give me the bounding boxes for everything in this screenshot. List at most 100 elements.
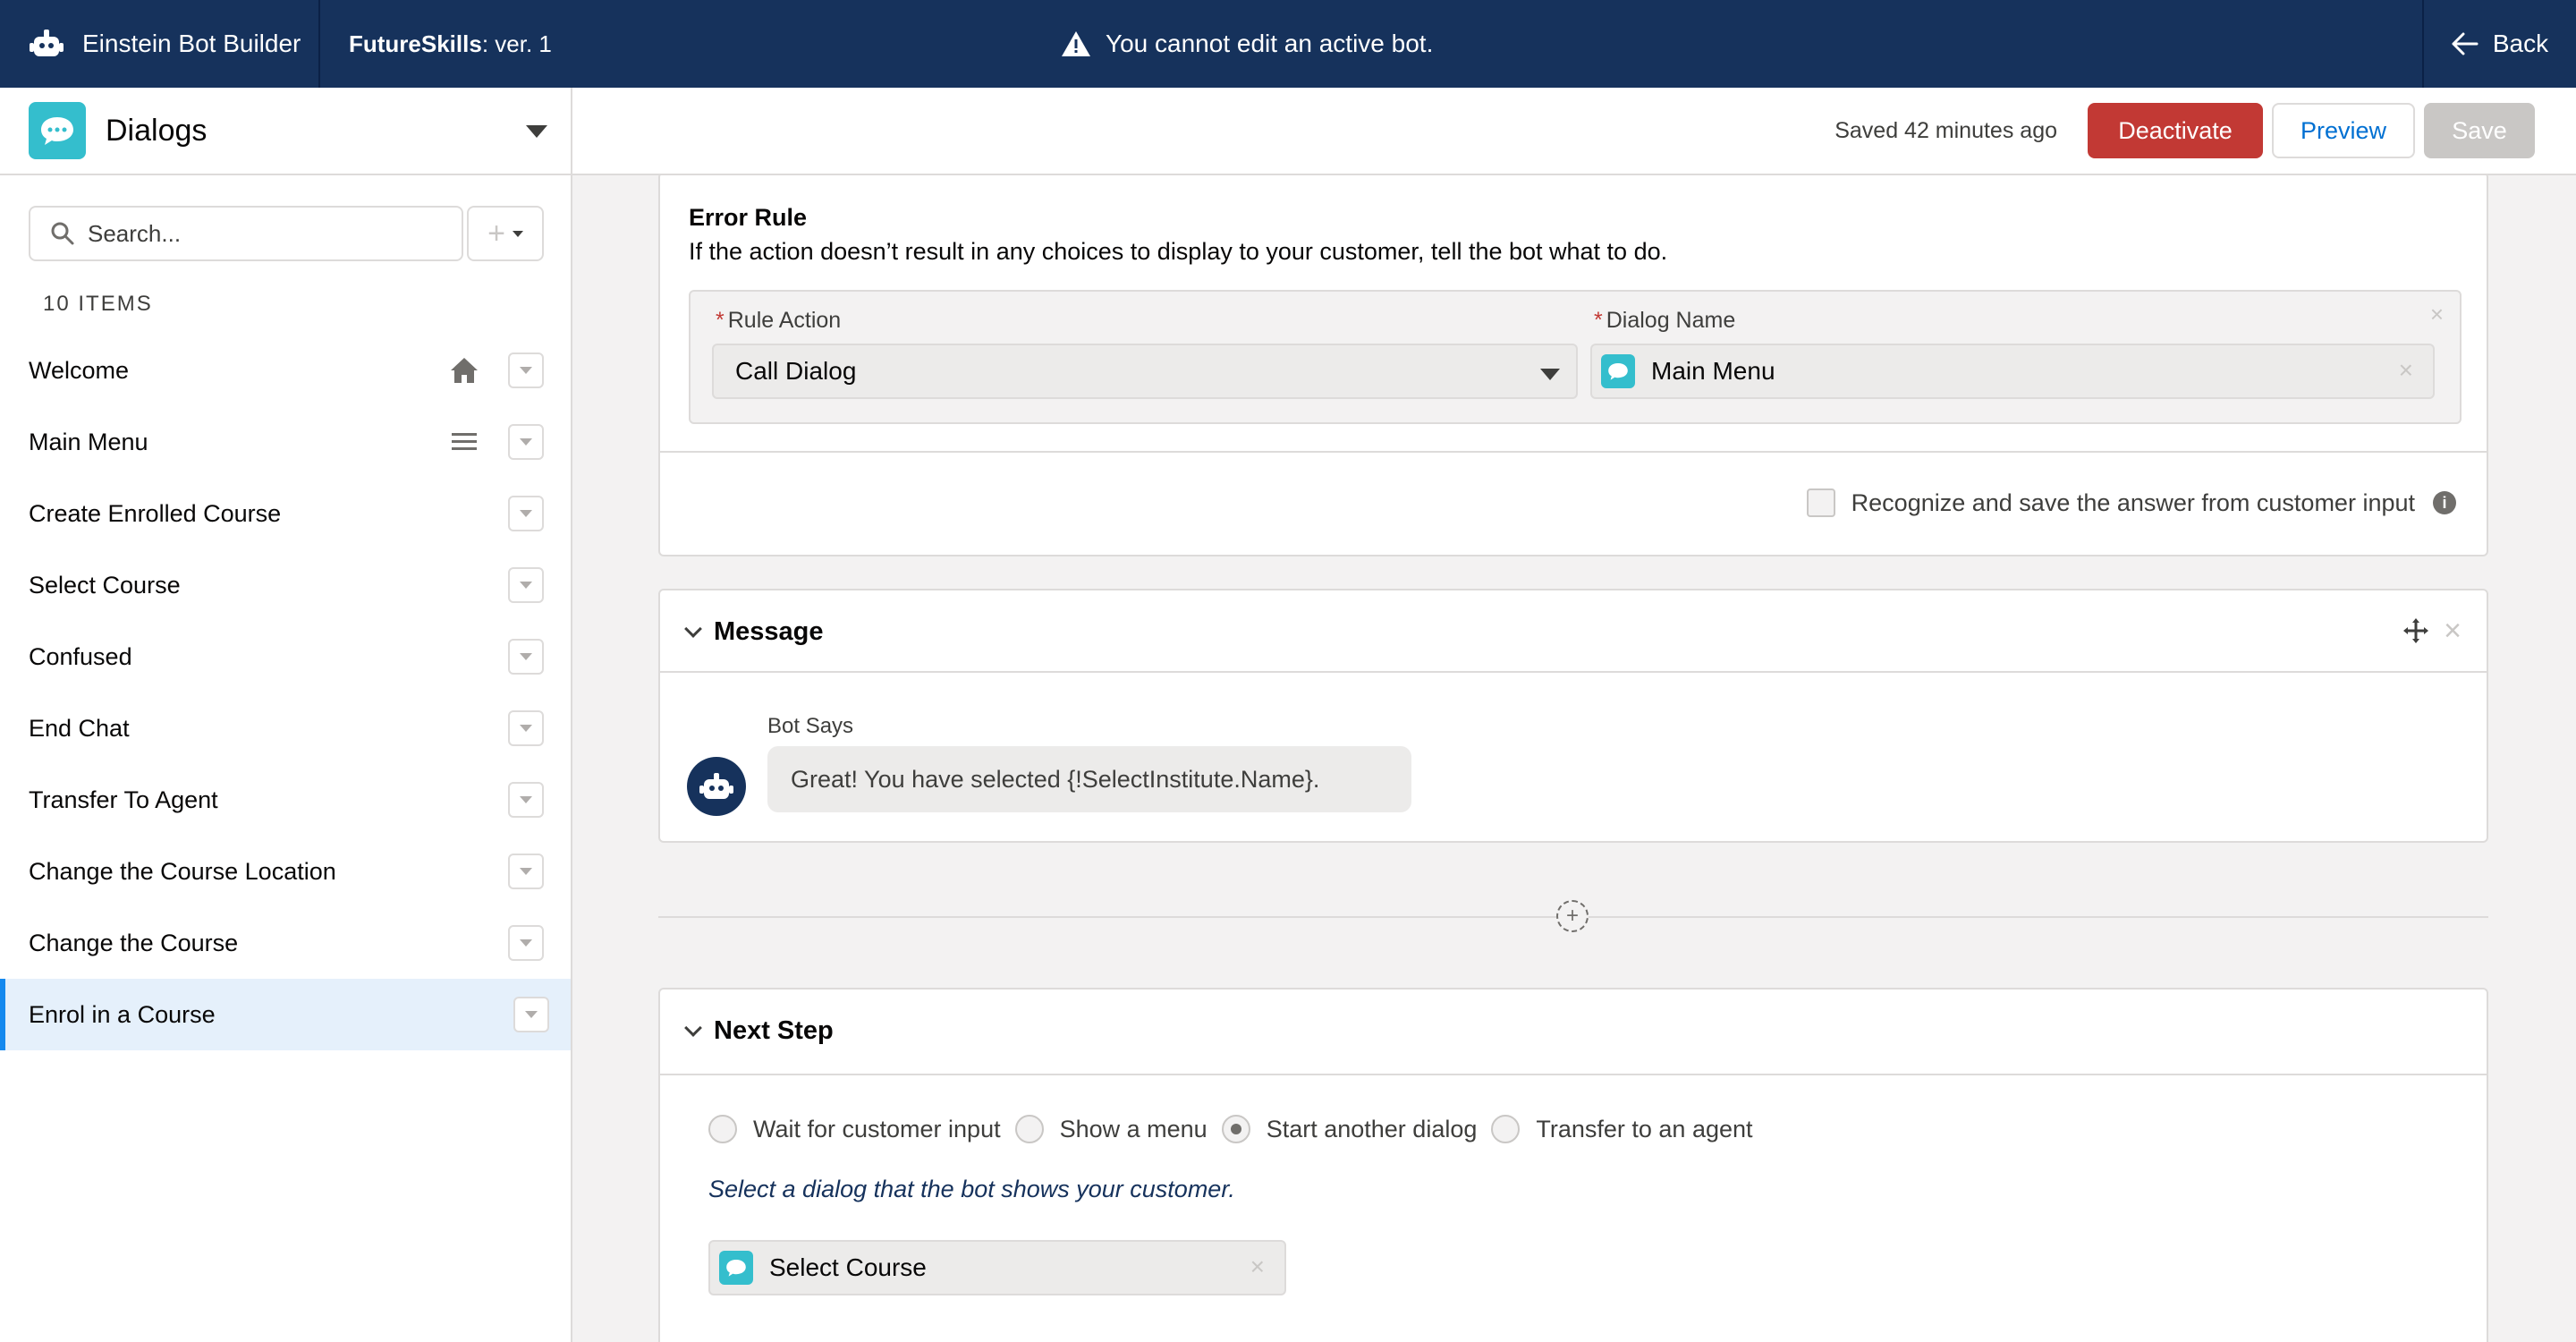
close-icon[interactable]: × [2444, 614, 2462, 649]
bot-says-label: Bot Says [767, 714, 854, 738]
recognize-answer-row: Recognize and save the answer from custo… [1806, 488, 2456, 517]
sidebar-item-main-menu[interactable]: Main Menu [0, 406, 571, 478]
sidebar-item-welcome[interactable]: Welcome [0, 335, 571, 406]
rule-action-label: * Rule Action [716, 308, 842, 333]
item-menu-button[interactable] [508, 925, 544, 961]
dialogs-icon [29, 102, 86, 159]
list-item-label: Create Enrolled Course [29, 499, 282, 527]
divider [660, 1074, 2487, 1075]
info-icon[interactable]: i [2433, 491, 2456, 514]
search-icon [51, 222, 74, 245]
bot-name: FutureSkills [349, 30, 482, 57]
item-menu-button[interactable] [513, 997, 549, 1032]
menu-icon [452, 433, 477, 450]
search-placeholder: Search... [88, 219, 182, 247]
next-step-header[interactable]: Next Step [684, 1016, 834, 1046]
error-rule-card: Error Rule If the action doesn’t result … [658, 175, 2488, 556]
sidebar-item-confused[interactable]: Confused [0, 621, 571, 692]
warning-text: You cannot edit an active bot. [1106, 30, 1434, 57]
dialog-list: Welcome Main Menu Create Enrolled Course… [0, 335, 571, 1050]
search-input[interactable]: Search... [29, 206, 463, 261]
option-label: Show a menu [1059, 1115, 1208, 1142]
radio-button-selected[interactable] [1221, 1115, 1250, 1143]
bot-message-bubble[interactable]: Great! You have selected {!SelectInstitu… [767, 746, 1411, 812]
next-step-hint: Select a dialog that the bot shows your … [708, 1176, 1235, 1202]
add-step-icon[interactable]: + [1556, 900, 1589, 932]
dialog-name-lookup[interactable]: Main Menu × [1590, 344, 2435, 399]
next-step-title: Next Step [714, 1016, 834, 1045]
caret-down-icon [512, 230, 523, 237]
list-item-label: Change the Course Location [29, 857, 336, 885]
items-count: 10 ITEMS [43, 292, 153, 316]
item-menu-button[interactable] [508, 352, 544, 388]
section-title: Dialogs [106, 113, 208, 148]
deactivate-button[interactable]: Deactivate [2088, 103, 2263, 158]
app-title: Einstein Bot Builder [82, 30, 301, 57]
app-brand: Einstein Bot Builder [0, 0, 320, 88]
recognize-checkbox[interactable] [1806, 488, 1835, 517]
clear-icon[interactable]: × [1250, 1253, 1265, 1281]
option-show-menu[interactable]: Show a menu [1014, 1115, 1208, 1143]
option-wait-input[interactable]: Wait for customer input [708, 1115, 1001, 1143]
move-icon[interactable] [2402, 617, 2429, 644]
radio-button[interactable] [1491, 1115, 1521, 1143]
list-item-label: Transfer To Agent [29, 786, 218, 813]
sidebar-item-change-course-location[interactable]: Change the Course Location [0, 836, 571, 907]
back-label: Back [2492, 30, 2549, 57]
sidebar-item-create-enrolled-course[interactable]: Create Enrolled Course [0, 478, 571, 549]
sidebar-item-enrol-in-course[interactable]: Enrol in a Course [0, 979, 571, 1050]
item-menu-button[interactable] [508, 854, 544, 889]
dialog-name-label: * Dialog Name [1594, 308, 1736, 333]
message-header[interactable]: Message [684, 617, 824, 647]
warning-icon [1062, 31, 1090, 56]
recognize-label: Recognize and save the answer from custo… [1851, 488, 2415, 516]
add-dialog-button[interactable]: + [467, 206, 544, 261]
bot-version-label: : ver. 1 [481, 30, 552, 57]
sidebar-item-transfer-to-agent[interactable]: Transfer To Agent [0, 764, 571, 836]
rule-action-select[interactable]: Call Dialog [712, 344, 1578, 399]
dialog-icon [719, 1251, 753, 1285]
clear-icon[interactable]: × [2399, 356, 2413, 385]
option-start-dialog[interactable]: Start another dialog [1221, 1115, 1478, 1143]
active-bot-warning: You cannot edit an active bot. [1061, 0, 1433, 88]
dialogs-sidebar: Search... + 10 ITEMS Welcome Main Menu C… [0, 175, 572, 1342]
home-icon [451, 358, 478, 383]
option-label: Transfer to an agent [1536, 1115, 1753, 1142]
list-item-label: Select Course [29, 571, 181, 599]
chevron-down-icon [684, 1018, 702, 1037]
back-button[interactable]: Back [2422, 0, 2576, 88]
save-button[interactable]: Save [2424, 103, 2535, 158]
option-label: Start another dialog [1266, 1115, 1478, 1142]
section-switcher[interactable]: Dialogs [0, 88, 572, 174]
next-dialog-lookup[interactable]: Select Course × [708, 1240, 1286, 1295]
sidebar-item-change-course[interactable]: Change the Course [0, 907, 571, 979]
error-rule-title: Error Rule [689, 204, 808, 231]
preview-button[interactable]: Preview [2272, 103, 2415, 158]
dialog-canvas: Error Rule If the action doesn’t result … [572, 175, 2576, 1342]
divider [660, 671, 2487, 673]
item-menu-button[interactable] [508, 496, 544, 531]
plus-icon: + [487, 216, 505, 251]
item-menu-button[interactable] [508, 639, 544, 675]
list-item-label: Confused [29, 642, 132, 670]
caret-down-icon[interactable] [526, 125, 547, 138]
sidebar-item-select-course[interactable]: Select Course [0, 549, 571, 621]
next-dialog-value: Select Course [769, 1253, 927, 1281]
option-transfer-agent[interactable]: Transfer to an agent [1491, 1115, 1753, 1143]
action-bar: Saved 42 minutes ago Deactivate Preview … [1835, 88, 2576, 174]
close-icon[interactable]: × [2430, 301, 2444, 328]
item-menu-button[interactable] [508, 567, 544, 603]
item-menu-button[interactable] [508, 710, 544, 746]
item-menu-button[interactable] [508, 424, 544, 460]
list-item-label: Main Menu [29, 428, 148, 455]
radio-button[interactable] [1014, 1115, 1044, 1143]
message-card: Message × Bot Says Great! You have selec… [658, 589, 2488, 843]
bot-version: FutureSkills : ver. 1 [320, 0, 552, 88]
sidebar-item-end-chat[interactable]: End Chat [0, 692, 571, 764]
arrow-left-icon [2452, 32, 2479, 55]
item-menu-button[interactable] [508, 782, 544, 818]
top-bar: Einstein Bot Builder FutureSkills : ver.… [0, 0, 2576, 88]
radio-button[interactable] [708, 1115, 737, 1143]
sub-header: Dialogs Saved 42 minutes ago Deactivate … [0, 88, 2576, 175]
rule-box: * Rule Action Call Dialog * Dialog Name Ma… [689, 290, 2462, 424]
